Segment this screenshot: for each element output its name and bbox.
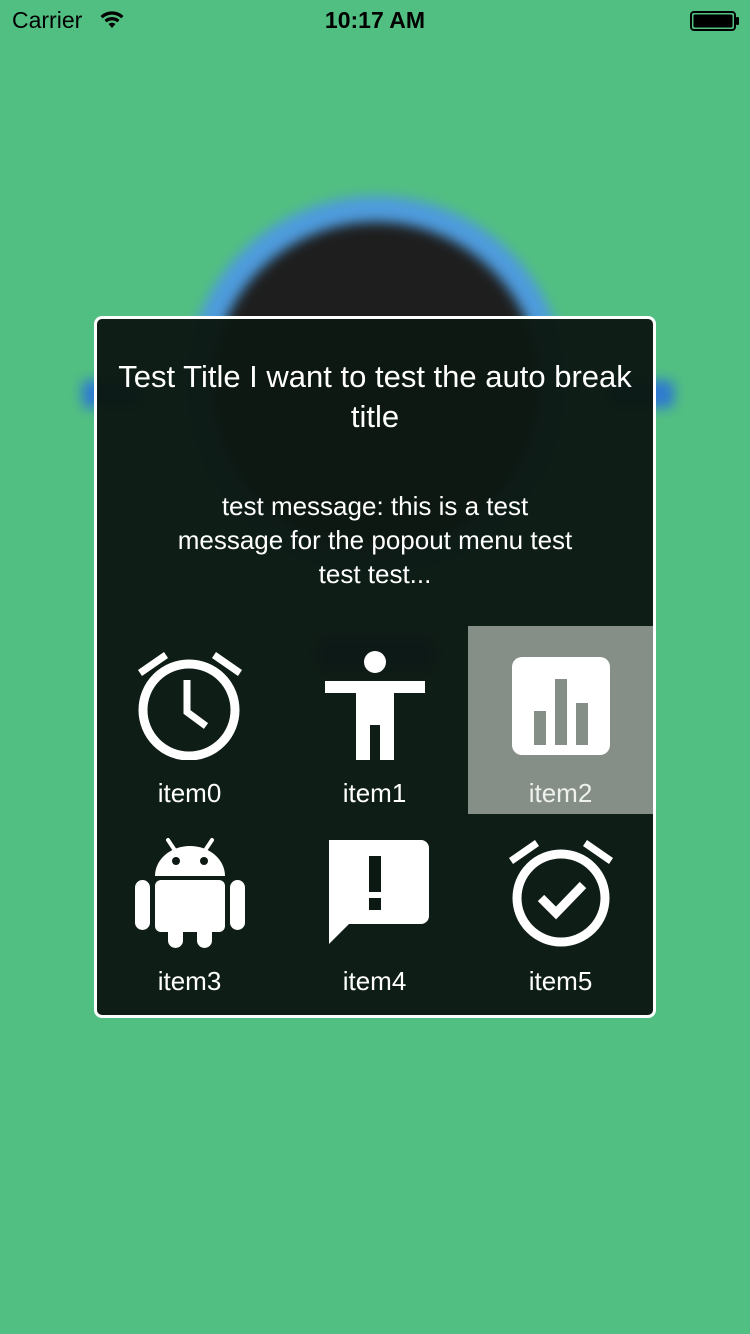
menu-item-5[interactable]: item5 — [468, 814, 653, 1002]
menu-item-label: item2 — [528, 778, 593, 808]
popout-menu: Test Title I want to test the auto break… — [94, 316, 656, 1018]
bar-chart-icon — [512, 657, 610, 755]
menu-item-2[interactable]: item2 — [468, 626, 653, 814]
menu-item-label: item0 — [157, 778, 222, 808]
menu-item-label: item5 — [528, 966, 593, 996]
alarm-check-icon — [509, 840, 613, 947]
feedback-alert-icon — [329, 840, 429, 944]
menu-item-label: item1 — [342, 778, 407, 808]
menu-item-4[interactable]: item4 — [282, 814, 467, 1002]
menu-item-label: item3 — [157, 966, 222, 996]
popup-message: test message: this is a test message for… — [177, 491, 573, 589]
alarm-clock-icon — [138, 652, 242, 760]
menu-item-1[interactable]: item1 — [282, 626, 467, 814]
menu-item-grid: item0 item1 item2 item3 item4 item5 — [97, 626, 653, 1002]
menu-item-3[interactable]: item3 — [97, 814, 282, 1002]
menu-item-0[interactable]: item0 — [97, 626, 282, 814]
menu-item-label: item4 — [342, 966, 407, 996]
android-icon — [135, 838, 245, 948]
popup-title: Test Title I want to test the auto break… — [118, 359, 632, 434]
accessibility-person-icon — [325, 651, 425, 760]
